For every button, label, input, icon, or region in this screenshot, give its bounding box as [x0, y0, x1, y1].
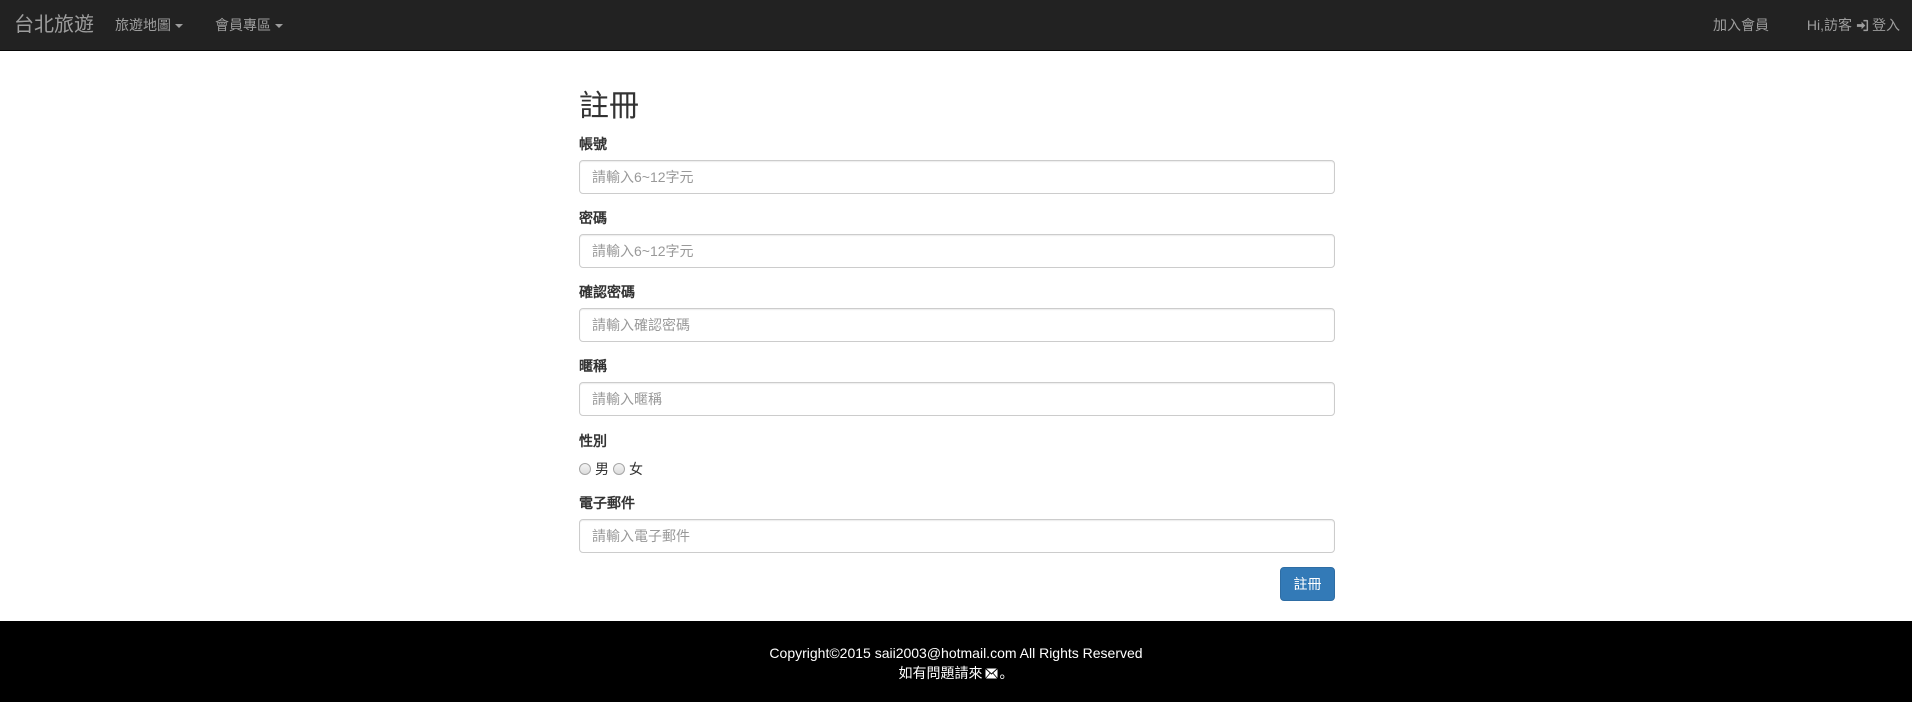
login-link[interactable]: 登入 — [1852, 17, 1900, 33]
user-greeting: Hi,訪客 — [1806, 17, 1852, 33]
gender-label: 性別 — [579, 433, 607, 449]
user-area: Hi,訪客 登入 — [1807, 0, 1900, 51]
gender-female-label: 女 — [629, 461, 643, 477]
footer-contact: 如有問題請來。 — [0, 663, 1912, 684]
password-input[interactable] — [579, 234, 1335, 268]
footer: Copyright©2015 saii2003@hotmail.com All … — [0, 621, 1912, 702]
footer-copyright: Copyright©2015 saii2003@hotmail.com All … — [769, 645, 1143, 661]
top-navbar: 台北旅遊 旅遊地圖 會員專區 加入會員 Hi,訪客 登入 — [0, 0, 1912, 51]
footer-contact-text: 如有問題請來 — [898, 665, 983, 681]
account-label: 帳號 — [579, 136, 607, 152]
email-input[interactable] — [579, 519, 1335, 553]
brand-link[interactable]: 台北旅遊 — [14, 0, 94, 51]
confirm-password-input[interactable] — [579, 308, 1335, 342]
log-in-icon — [1856, 2, 1869, 53]
password-label: 密碼 — [579, 210, 607, 226]
caret-down-icon — [275, 24, 283, 29]
caret-down-icon — [175, 24, 183, 29]
confirm-password-label: 確認密碼 — [579, 284, 635, 300]
nav-dropdown-member-area-label: 會員專區 — [215, 17, 271, 33]
gender-radio-group: 男 女 — [579, 459, 647, 479]
account-input[interactable] — [579, 160, 1335, 194]
login-label: 登入 — [1872, 17, 1900, 33]
envelope-icon[interactable] — [984, 664, 998, 684]
nav-dropdown-member-area[interactable]: 會員專區 — [215, 0, 283, 51]
page-title: 註冊 — [579, 89, 639, 124]
register-submit-button[interactable]: 註冊 — [1280, 567, 1335, 601]
nav-dropdown-travel-map[interactable]: 旅遊地圖 — [115, 0, 183, 51]
nav-dropdown-travel-map-label: 旅遊地圖 — [115, 17, 171, 33]
gender-male-radio[interactable] — [579, 463, 591, 475]
email-label: 電子郵件 — [579, 495, 635, 511]
nickname-input[interactable] — [579, 382, 1335, 416]
nickname-label: 暱稱 — [579, 358, 607, 374]
join-member-link[interactable]: 加入會員 — [1713, 0, 1769, 51]
footer-contact-suffix: 。 — [999, 665, 1014, 681]
gender-male-label: 男 — [595, 461, 609, 477]
gender-female-radio[interactable] — [613, 463, 625, 475]
